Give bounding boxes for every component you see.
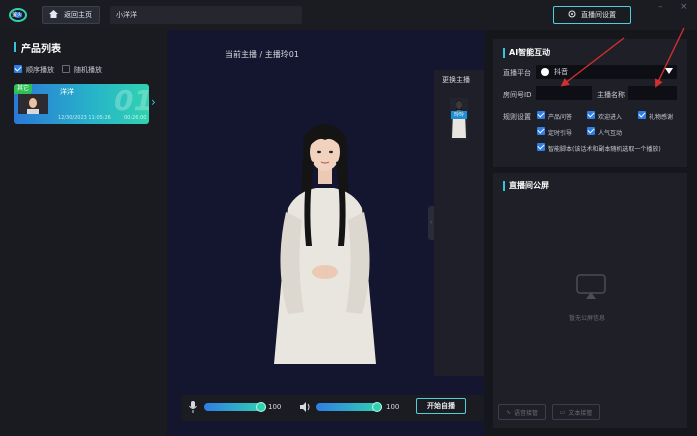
annotation-arrow-room-id: [560, 37, 625, 87]
annotation-arrows: [560, 27, 685, 88]
annotation-arrow-anchor-name: [655, 27, 685, 88]
